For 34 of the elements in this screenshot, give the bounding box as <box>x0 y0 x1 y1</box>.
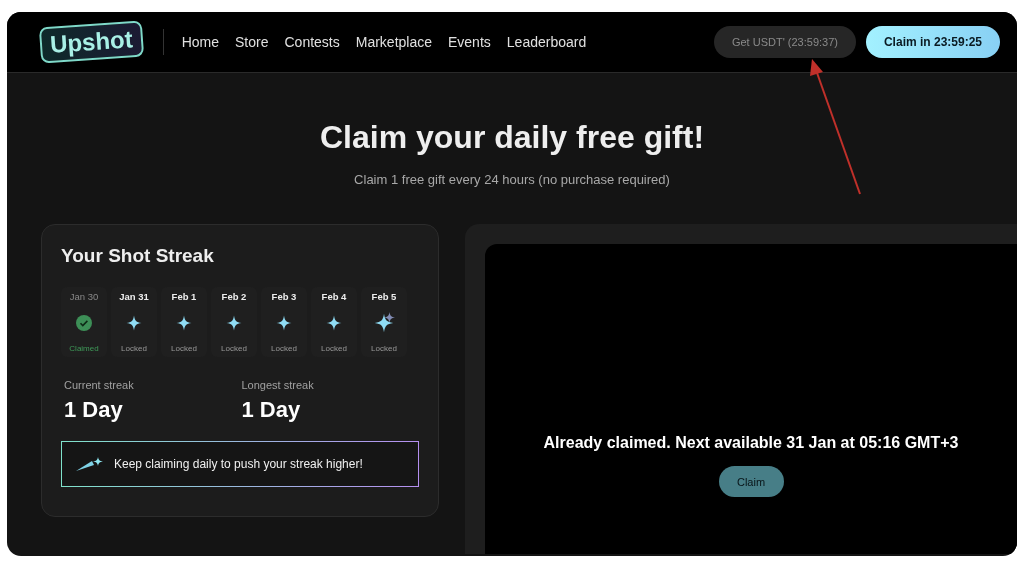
check-icon <box>76 315 92 331</box>
day-date: Feb 1 <box>171 291 197 302</box>
day-status: Claimed <box>69 344 99 353</box>
get-usdt-button[interactable]: Get USDT' (23:59:37) <box>713 26 856 58</box>
nav-link[interactable]: Leaderboard <box>506 34 587 50</box>
nav-link[interactable]: Store <box>235 34 269 50</box>
stat-label: Current streak <box>64 379 135 391</box>
claim-status-message: Already claimed. Next available 31 Jan at 05:16 GMT+3 <box>543 434 959 452</box>
page-subtitle: Claim 1 free gift every 24 hours (no purchase required) <box>353 172 671 187</box>
day-date: Jan 30 <box>69 291 99 302</box>
nav-link[interactable]: Home <box>181 34 219 50</box>
day-status: Locked <box>221 344 247 353</box>
day-date: Feb 5 <box>371 291 397 302</box>
stat-value: 1 Day <box>241 397 302 423</box>
day-date: Feb 4 <box>321 291 347 302</box>
day-status: Locked <box>271 344 297 353</box>
day-status: Locked <box>371 344 397 353</box>
tip-text: Keep claiming daily to push your streak higher! <box>114 457 363 471</box>
stat-label: Longest streak <box>241 379 315 391</box>
nav-link[interactable]: Events <box>448 34 491 50</box>
nav-link[interactable]: Contests <box>284 34 340 50</box>
day-date: Jan 31 <box>119 291 149 302</box>
day-status: Locked <box>171 344 197 353</box>
card-title: Your Shot Streak <box>61 245 215 267</box>
claim-timer-button[interactable]: Claim in 23:59:25 <box>865 26 1000 58</box>
nav-link[interactable]: Marketplace <box>355 34 432 50</box>
day-date: Feb 2 <box>221 291 247 302</box>
stat-value: 1 Day <box>64 397 124 423</box>
shooting-star-icon <box>76 456 104 472</box>
page-title: Claim your daily free gift! <box>318 119 706 156</box>
logo[interactable]: Upshot <box>38 20 144 64</box>
day-date: Feb 3 <box>271 291 297 302</box>
day-status: Locked <box>321 344 347 353</box>
day-status: Locked <box>121 344 147 353</box>
